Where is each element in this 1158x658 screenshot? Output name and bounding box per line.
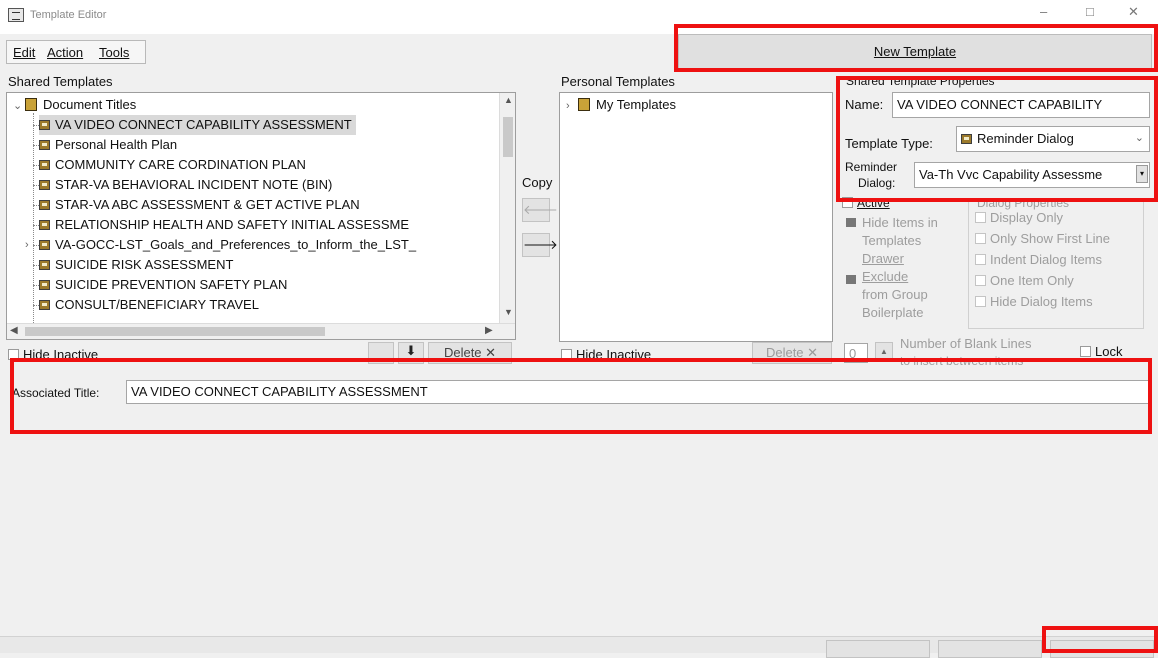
tree-item-label: STAR-VA ABC ASSESSMENT & GET ACTIVE PLAN [55, 197, 360, 212]
close-button[interactable]: ✕ [1128, 4, 1139, 20]
tree-item[interactable]: › VA-GOCC-LST_Goals_and_Preferences_to_In… [25, 235, 417, 255]
exclude-label-3: Boilerplate [862, 305, 924, 320]
chevron-right-icon[interactable]: › [25, 235, 37, 255]
dialog-option-checkbox[interactable] [975, 296, 986, 307]
dialog-option-label: Display Only [990, 210, 1063, 225]
tree-root-my-templates[interactable]: › My Templates [566, 95, 676, 115]
menu-tools[interactable]: Tools [99, 45, 129, 60]
scroll-left-icon[interactable]: ◀ [10, 325, 18, 336]
exclude-label-2: from Group [862, 287, 928, 302]
tree-item[interactable]: VA VIDEO CONNECT CAPABILITY ASSESSMENT [33, 115, 356, 135]
hide-items-label-1: Hide Items in [862, 215, 938, 230]
maximize-button[interactable]: □ [1086, 4, 1094, 19]
scroll-down-icon[interactable]: ▼ [504, 307, 513, 317]
menu-bar: Edit Action Tools [6, 40, 146, 64]
dialog-option-checkbox[interactable] [975, 254, 986, 265]
copy-right-button[interactable]: 🡒 [522, 233, 558, 257]
dialog-option[interactable]: Hide Dialog Items [975, 294, 1093, 309]
template-icon [39, 200, 50, 210]
blank-lines-label-1: Number of Blank Lines [900, 336, 1032, 351]
tree-item[interactable]: SUICIDE RISK ASSESSMENT [33, 255, 234, 275]
chevron-right-icon[interactable]: › [566, 96, 578, 116]
window-title: Template Editor [30, 9, 107, 21]
tree-item[interactable]: COMMUNITY CARE CORDINATION PLAN [33, 155, 306, 175]
tree-item-label: SUICIDE RISK ASSESSMENT [55, 257, 234, 272]
bottom-button-bar [0, 636, 1158, 658]
copy-left-button[interactable]: 🡐 [522, 198, 558, 222]
hide-items-checkbox[interactable] [846, 218, 856, 227]
shared-templates-tree[interactable]: ⌄ Document Titles VA VIDEO CONNECT CAPABI… [6, 92, 516, 340]
template-icon [39, 280, 50, 290]
dialog-option[interactable]: Indent Dialog Items [975, 252, 1102, 267]
tree-item-label: Personal Health Plan [55, 137, 178, 152]
personal-templates-tree[interactable]: › My Templates [559, 92, 833, 342]
template-icon [39, 300, 50, 310]
tree-item-label: SUICIDE PREVENTION SAFETY PLAN [55, 277, 288, 292]
shared-templates-heading: Shared Templates [8, 74, 113, 89]
tree-item-label: RELATIONSHIP HEALTH AND SAFETY INITIAL A… [55, 217, 409, 232]
hide-items-label-2: Templates [862, 233, 922, 248]
tree-item-label: VA-GOCC-LST_Goals_and_Preferences_to_Inf… [55, 237, 417, 252]
tree-item-label: COMMUNITY CARE CORDINATION PLAN [55, 157, 306, 172]
dialog-option-label: One Item Only [990, 273, 1074, 288]
tree-item-label: CONSULT/BENEFICIARY TRAVEL [55, 297, 259, 312]
tree-item[interactable]: Personal Health Plan [33, 135, 178, 155]
lock-checkbox[interactable] [1080, 346, 1091, 357]
template-icon [39, 140, 50, 150]
dialog-option-checkbox[interactable] [975, 233, 986, 244]
highlight-box-new-template [674, 24, 1158, 72]
scroll-up-icon[interactable]: ▲ [504, 95, 513, 105]
h-scroll-thumb[interactable] [25, 327, 325, 336]
dialog-option-checkbox[interactable] [975, 275, 986, 286]
tree-item[interactable]: STAR-VA BEHAVIORAL INCIDENT NOTE (BIN) [33, 175, 333, 195]
folder-icon [25, 98, 37, 111]
menu-action[interactable]: Action [47, 45, 83, 60]
lock-option[interactable]: Lock [1080, 344, 1122, 359]
dialog-option[interactable]: One Item Only [975, 273, 1074, 288]
tree-root-label: Document Titles [43, 97, 137, 112]
bottom-button-2[interactable] [938, 640, 1042, 658]
tree-root-document-titles[interactable]: ⌄ Document Titles [13, 95, 136, 115]
tree-item[interactable]: STAR-VA ABC ASSESSMENT & GET ACTIVE PLAN [33, 195, 360, 215]
highlight-box-properties [836, 76, 1158, 202]
shared-vertical-scrollbar[interactable]: ▲ ▼ [499, 93, 515, 323]
dialog-option[interactable]: Only Show First Line [975, 231, 1110, 246]
template-icon [39, 160, 50, 170]
highlight-box-associated-title [10, 358, 1152, 434]
template-preview-area [0, 436, 1158, 636]
template-icon [39, 240, 50, 250]
menu-edit[interactable]: Edit [13, 45, 35, 60]
bottom-button-1[interactable] [826, 640, 930, 658]
personal-templates-heading: Personal Templates [561, 74, 675, 89]
tree-root-label: My Templates [596, 97, 676, 112]
dialog-option-checkbox[interactable] [975, 212, 986, 223]
shared-horizontal-scrollbar[interactable]: ◀ ▶ [7, 323, 515, 339]
dialog-properties-group: Dialog Properties Display Only Only Show … [968, 196, 1144, 329]
exclude-checkbox[interactable] [846, 275, 856, 284]
template-icon [39, 260, 50, 270]
highlight-box-bottom-button [1042, 626, 1158, 653]
lock-label: Lock [1095, 344, 1123, 359]
dialog-option-label: Only Show First Line [990, 231, 1110, 246]
scroll-thumb[interactable] [503, 117, 513, 157]
folder-icon [578, 98, 590, 111]
tree-item[interactable]: CONSULT/BENEFICIARY TRAVEL [33, 295, 259, 315]
template-icon [39, 220, 50, 230]
tree-item-label: VA VIDEO CONNECT CAPABILITY ASSESSMENT [55, 117, 352, 132]
template-icon [39, 180, 50, 190]
dialog-option-label: Hide Dialog Items [990, 294, 1093, 309]
app-icon [8, 8, 24, 22]
hide-items-label-3: Drawer [862, 251, 904, 266]
copy-label: Copy [522, 175, 553, 190]
dialog-option-label: Indent Dialog Items [990, 252, 1103, 267]
scroll-right-icon[interactable]: ▶ [485, 325, 493, 336]
template-icon [39, 120, 50, 130]
chevron-down-icon[interactable]: ⌄ [13, 96, 25, 116]
minimize-button[interactable]: – [1040, 4, 1047, 19]
tree-item-label: STAR-VA BEHAVIORAL INCIDENT NOTE (BIN) [55, 177, 333, 192]
tree-item[interactable]: SUICIDE PREVENTION SAFETY PLAN [33, 275, 288, 295]
exclude-label-1: Exclude [862, 269, 909, 284]
tree-item[interactable]: RELATIONSHIP HEALTH AND SAFETY INITIAL A… [33, 215, 409, 235]
dialog-option[interactable]: Display Only [975, 210, 1063, 225]
